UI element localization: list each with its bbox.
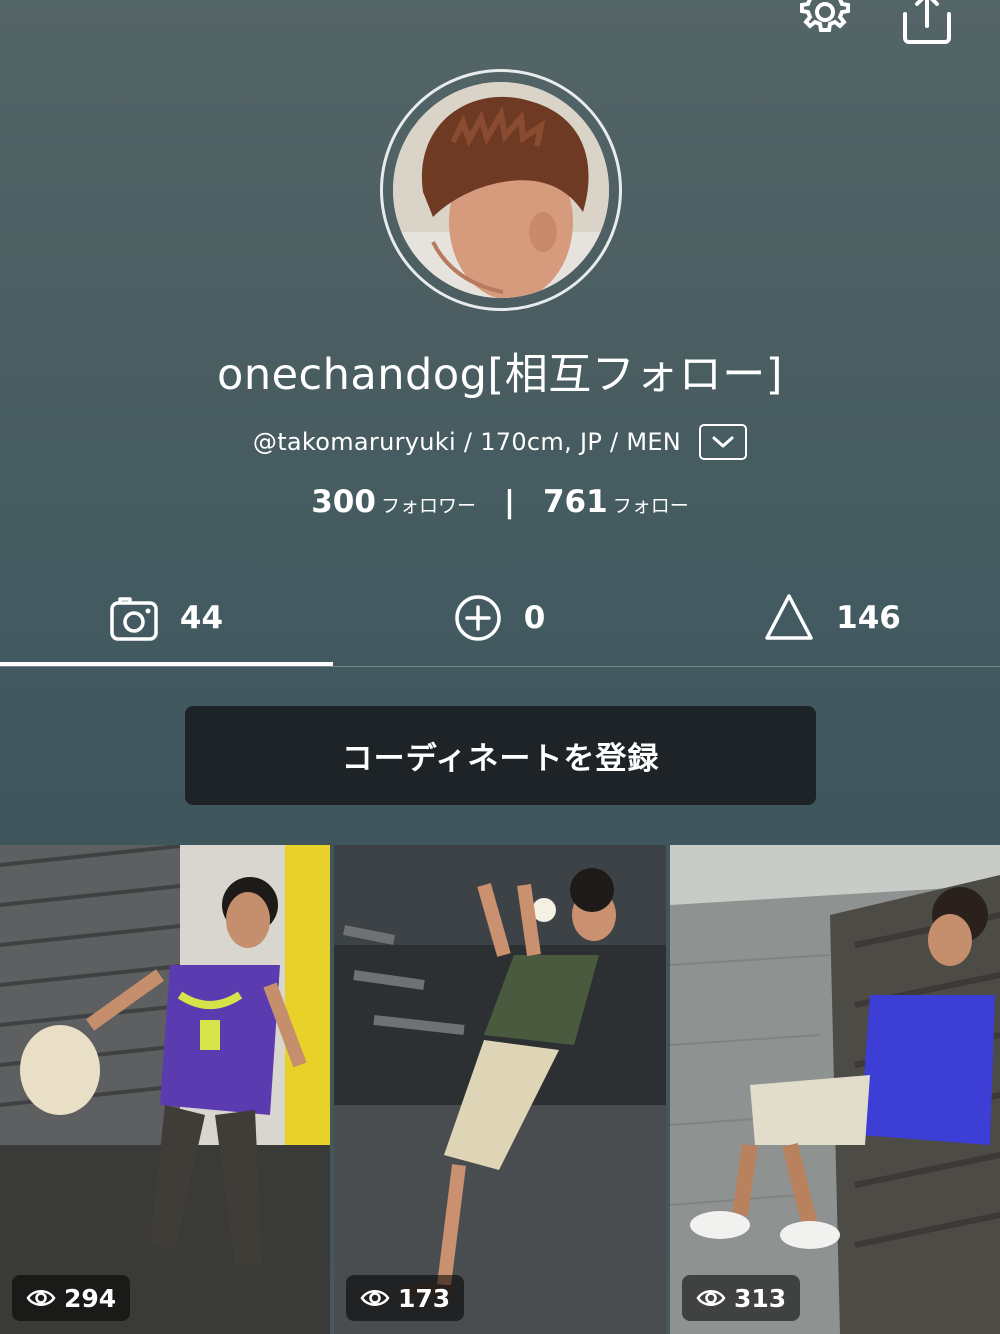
profile-meta-row: @takomaruryuki / 170cm, JP / MEN bbox=[0, 424, 1000, 460]
coordinate-photo bbox=[334, 845, 666, 1334]
tab-coordinates-count: 44 bbox=[179, 600, 224, 636]
following-label: フォロー bbox=[612, 495, 689, 517]
following-link[interactable]: 761 フォロー bbox=[543, 484, 689, 520]
coordinate-photo bbox=[0, 845, 330, 1334]
coordinate-tile[interactable]: 294 bbox=[0, 845, 330, 1334]
coordinate-tile[interactable]: 313 bbox=[670, 845, 1000, 1334]
coordinate-photo bbox=[670, 845, 1000, 1334]
followers-link[interactable]: 300 フォロワー bbox=[311, 484, 476, 520]
coordinate-tile[interactable]: 173 bbox=[334, 845, 666, 1334]
followers-count: 300 bbox=[311, 484, 376, 520]
chevron-down-icon bbox=[712, 436, 734, 448]
display-name: onechandog[相互フォロー] bbox=[217, 350, 783, 400]
tab-add[interactable]: 0 bbox=[333, 570, 666, 666]
follow-stats: 300 フォロワー | 761 フォロー bbox=[0, 484, 1000, 520]
profile-meta: @takomaruryuki / 170cm, JP / MEN bbox=[252, 428, 682, 456]
share-icon bbox=[903, 0, 951, 44]
content-tabs: 44 0 146 bbox=[0, 570, 1000, 666]
settings-button[interactable] bbox=[795, 0, 855, 46]
view-count-badge: 294 bbox=[12, 1275, 131, 1321]
profile-details-toggle[interactable] bbox=[699, 424, 748, 460]
following-count: 761 bbox=[542, 484, 608, 520]
hanger-icon bbox=[765, 594, 813, 640]
eye-icon bbox=[26, 1290, 56, 1306]
tab-divider bbox=[0, 666, 1000, 667]
eye-icon bbox=[360, 1290, 390, 1306]
share-button[interactable] bbox=[897, 0, 957, 46]
tab-items-count: 146 bbox=[836, 600, 901, 636]
tab-add-count: 0 bbox=[523, 600, 546, 636]
register-coordinate-button[interactable]: コーディネートを登録 bbox=[185, 706, 816, 805]
view-count: 294 bbox=[64, 1283, 117, 1313]
tab-items[interactable]: 146 bbox=[666, 570, 999, 666]
view-count-badge: 173 bbox=[346, 1275, 465, 1321]
tab-active-indicator bbox=[0, 662, 333, 666]
eye-icon bbox=[696, 1290, 726, 1306]
followers-label: フォロワー bbox=[381, 495, 477, 517]
gear-icon bbox=[800, 0, 850, 32]
tab-coordinates[interactable]: 44 bbox=[0, 570, 333, 666]
coordinate-grid: 294 173 313 bbox=[0, 845, 1000, 1334]
camera-icon bbox=[110, 597, 158, 641]
avatar-ring[interactable] bbox=[380, 69, 622, 311]
stats-separator: | bbox=[504, 485, 515, 520]
view-count-badge: 313 bbox=[682, 1275, 801, 1321]
avatar bbox=[393, 82, 609, 298]
view-count: 313 bbox=[734, 1283, 787, 1313]
plus-circle-icon bbox=[454, 595, 501, 641]
view-count: 173 bbox=[398, 1283, 451, 1313]
